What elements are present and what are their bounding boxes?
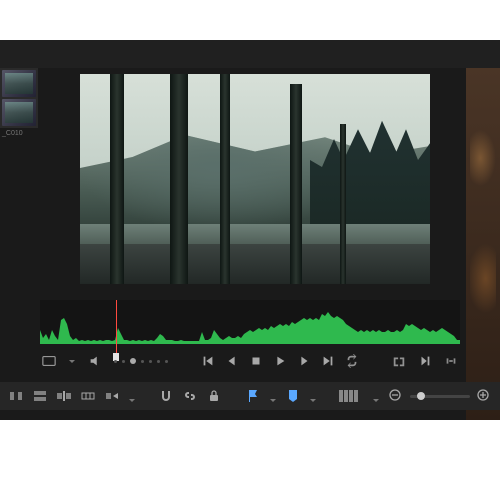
adjacent-panel — [466, 68, 500, 420]
chevron-down-icon[interactable] — [68, 357, 76, 365]
chevron-down-icon[interactable] — [372, 392, 380, 400]
insert-mode-icon[interactable] — [80, 388, 96, 404]
video-editor-panel: _C010 — [0, 40, 500, 420]
zoom-out-icon[interactable] — [388, 388, 404, 404]
flag-icon[interactable] — [245, 388, 261, 404]
jog-slider[interactable] — [114, 358, 168, 364]
audio-waveform[interactable] — [40, 300, 460, 344]
previous-frame-button[interactable] — [225, 354, 239, 368]
volume-icon[interactable] — [88, 354, 102, 368]
stop-button[interactable] — [249, 354, 263, 368]
clip-thumbnail[interactable] — [2, 99, 36, 126]
viewer-header-bar — [0, 40, 500, 68]
clip-name-label: _C010 — [2, 130, 23, 137]
go-to-last-frame-button[interactable] — [321, 354, 335, 368]
position-lock-icon[interactable] — [206, 388, 222, 404]
chevron-down-icon[interactable] — [128, 392, 136, 400]
edit-toolbar — [0, 382, 500, 410]
clip-thumbnail[interactable] — [2, 70, 36, 97]
source-viewer[interactable] — [80, 74, 430, 284]
dynamic-trim-icon[interactable] — [104, 388, 120, 404]
snapping-icon[interactable] — [158, 388, 174, 404]
zoom-slider[interactable] — [410, 395, 470, 398]
playhead[interactable] — [116, 300, 117, 353]
go-to-next-edit-button[interactable] — [418, 354, 432, 368]
play-button[interactable] — [273, 354, 287, 368]
marker-icon[interactable] — [285, 388, 301, 404]
zoom-in-icon[interactable] — [476, 388, 492, 404]
zoom-control[interactable] — [388, 388, 492, 404]
chevron-down-icon[interactable] — [309, 392, 317, 400]
track-select-tool-icon[interactable] — [32, 388, 48, 404]
loop-button[interactable] — [345, 354, 359, 368]
trim-tool-icon[interactable] — [56, 388, 72, 404]
match-frame-button[interactable] — [392, 354, 406, 368]
next-frame-button[interactable] — [297, 354, 311, 368]
zoom-slider-handle[interactable] — [417, 392, 425, 400]
transport-controls — [40, 348, 460, 374]
mark-in-out-button[interactable] — [444, 354, 458, 368]
chevron-down-icon[interactable] — [269, 392, 277, 400]
selection-tool-icon[interactable] — [8, 388, 24, 404]
media-bin[interactable] — [0, 68, 38, 128]
view-options-icon[interactable] — [339, 390, 358, 402]
display-mode-button[interactable] — [42, 354, 56, 368]
linked-selection-icon[interactable] — [182, 388, 198, 404]
go-to-first-frame-button[interactable] — [201, 354, 215, 368]
